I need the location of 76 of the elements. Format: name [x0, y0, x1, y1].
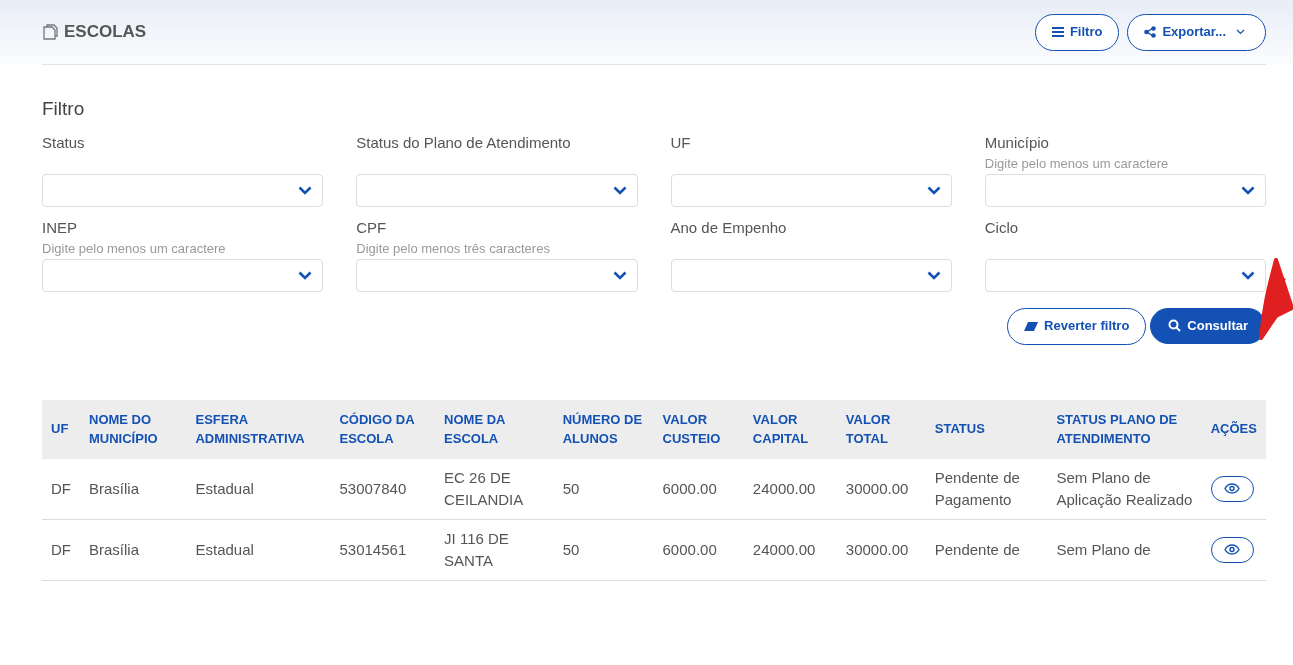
field-label: Município [984, 132, 1050, 153]
view-button[interactable] [1210, 475, 1254, 502]
column-header: CÓDIGO DA ESCOLA [330, 399, 436, 459]
chevron-down-icon [1241, 270, 1255, 280]
column-header: VALOR CAPITAL [743, 399, 837, 459]
chevron-down-icon [612, 185, 627, 195]
field-label: Ciclo [984, 217, 1020, 238]
table-cell: Pendente de [925, 519, 1048, 580]
column-header: AÇÕES [1201, 399, 1266, 459]
table-cell: 6000.00 [653, 519, 744, 580]
table-cell: 30000.00 [836, 519, 926, 580]
table-cell: Estadual [186, 458, 331, 519]
column-header: NOME DA ESCOLA [435, 399, 554, 459]
select-field[interactable] [356, 258, 638, 292]
page-title: ESCOLAS [64, 21, 147, 44]
field-label: INEP [42, 217, 78, 238]
select-field[interactable] [42, 258, 324, 292]
chevron-down-icon [1241, 185, 1255, 195]
select-field[interactable] [984, 173, 1266, 207]
chevron-down-icon [298, 270, 313, 280]
chevron-down-icon [1236, 29, 1245, 35]
reset-filter-button[interactable]: Reverter filtro [1007, 307, 1147, 345]
export-button[interactable]: Exportar... [1127, 13, 1266, 51]
field-hint: Digite pelo menos um caractere [984, 155, 1170, 173]
documents-icon [42, 24, 60, 40]
table-cell: JI 116 DE SANTA [435, 519, 554, 580]
field-label: Status do Plano de Atendimento [356, 132, 572, 153]
column-header: NÚMERO DE ALUNOS [553, 399, 654, 459]
table-cell: 50 [553, 519, 654, 580]
eye-icon [1224, 483, 1241, 494]
column-header: NOME DO MUNICÍPIO [80, 399, 187, 459]
field-label: Status [42, 132, 86, 153]
menu-icon [1051, 27, 1064, 37]
select-field[interactable] [356, 173, 638, 207]
table-cell: 30000.00 [836, 458, 926, 519]
table-cell: DF [42, 519, 80, 580]
table-cell: Brasília [80, 458, 187, 519]
view-button[interactable] [1210, 536, 1254, 563]
table-cell: 24000.00 [743, 519, 837, 580]
column-header: ESFERA ADMINISTRATIVA [186, 399, 331, 459]
table-cell: Estadual [186, 519, 331, 580]
chevron-down-icon [926, 185, 941, 195]
field-hint: Digite pelo menos três caracteres [356, 240, 551, 258]
table-cell: DF [42, 458, 80, 519]
table-cell: 6000.00 [653, 458, 744, 519]
table-cell: Sem Plano de [1047, 519, 1202, 580]
filter-title: Filtro [42, 97, 86, 121]
table-cell: 24000.00 [743, 458, 837, 519]
chevron-down-icon [298, 185, 313, 195]
eraser-icon [1024, 321, 1039, 331]
share-icon [1144, 26, 1157, 38]
eye-icon [1224, 544, 1241, 555]
column-header: VALOR CUSTEIO [653, 399, 744, 459]
table-cell: Sem Plano de Aplicação Realizado [1047, 458, 1202, 519]
table-cell: EC 26 DE CEILANDIA [435, 458, 554, 519]
column-header: UF [42, 399, 80, 459]
chevron-down-icon [926, 270, 941, 280]
table-cell: 50 [553, 458, 654, 519]
chevron-down-icon [612, 270, 627, 280]
field-label: UF [670, 132, 692, 153]
select-field[interactable] [670, 258, 952, 292]
select-field[interactable] [984, 258, 1266, 292]
table-cell: Brasília [80, 519, 187, 580]
table-cell: 53007840 [330, 458, 436, 519]
table-cell: Pendente de Pagamento [925, 458, 1048, 519]
column-header: STATUS PLANO DE ATENDIMENTO [1047, 399, 1202, 459]
field-label: Ano de Empenho [670, 217, 788, 238]
select-field[interactable] [670, 173, 952, 207]
filter-button[interactable]: Filtro [1034, 13, 1120, 51]
table-cell: 53014561 [330, 519, 436, 580]
search-icon [1168, 319, 1182, 332]
field-hint: Digite pelo menos um caractere [42, 240, 227, 258]
select-field[interactable] [42, 173, 324, 207]
field-label: CPF [356, 217, 388, 238]
column-header: STATUS [925, 399, 1048, 459]
column-header: VALOR TOTAL [836, 399, 926, 459]
